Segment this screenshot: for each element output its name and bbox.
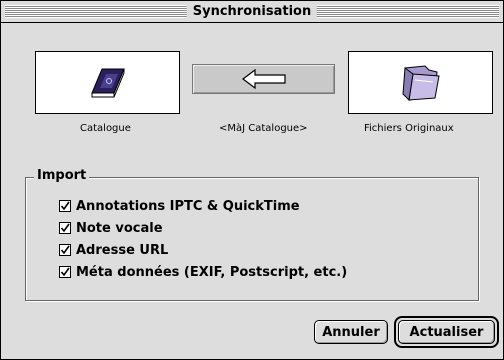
title-bar[interactable]: Synchronisation bbox=[1, 1, 503, 23]
checkmark-icon bbox=[60, 223, 70, 233]
cancel-button[interactable]: Annuler bbox=[314, 320, 388, 344]
synchronisation-dialog: Synchronisation Catalogue <MàJ Catalogue… bbox=[0, 0, 504, 360]
update-button[interactable]: Actualiser bbox=[398, 320, 495, 344]
checkbox-metadata[interactable] bbox=[59, 266, 71, 278]
import-group bbox=[25, 177, 479, 301]
checkbox-voice-note[interactable] bbox=[59, 222, 71, 234]
option-label: Annotations IPTC & QuickTime bbox=[76, 198, 300, 214]
direction-label: <MàJ Catalogue> bbox=[219, 123, 308, 134]
option-label: Note vocale bbox=[76, 220, 163, 236]
book-icon bbox=[90, 68, 125, 97]
option-label: Adresse URL bbox=[76, 242, 169, 258]
checkmark-icon bbox=[60, 201, 70, 211]
option-label: Méta données (EXIF, Postscript, etc.) bbox=[76, 264, 348, 280]
window-title: Synchronisation bbox=[186, 3, 318, 21]
original-files-label: Fichiers Originaux bbox=[364, 123, 454, 134]
option-iptc-annotations[interactable]: Annotations IPTC & QuickTime bbox=[59, 197, 300, 215]
option-voice-note[interactable]: Note vocale bbox=[59, 219, 163, 237]
checkmark-icon bbox=[60, 245, 70, 255]
import-group-label: Import bbox=[34, 167, 90, 184]
option-metadata[interactable]: Méta données (EXIF, Postscript, etc.) bbox=[59, 263, 347, 281]
original-files-box[interactable] bbox=[348, 51, 493, 114]
folder-icon bbox=[401, 64, 440, 101]
checkbox-iptc[interactable] bbox=[59, 200, 71, 212]
option-url[interactable]: Adresse URL bbox=[59, 241, 168, 259]
checkbox-url[interactable] bbox=[59, 244, 71, 256]
arrow-left-icon bbox=[241, 69, 286, 89]
sync-direction-button[interactable] bbox=[192, 64, 335, 94]
catalogue-box[interactable] bbox=[35, 51, 180, 114]
checkmark-icon bbox=[60, 267, 70, 277]
catalogue-label: Catalogue bbox=[80, 123, 131, 134]
